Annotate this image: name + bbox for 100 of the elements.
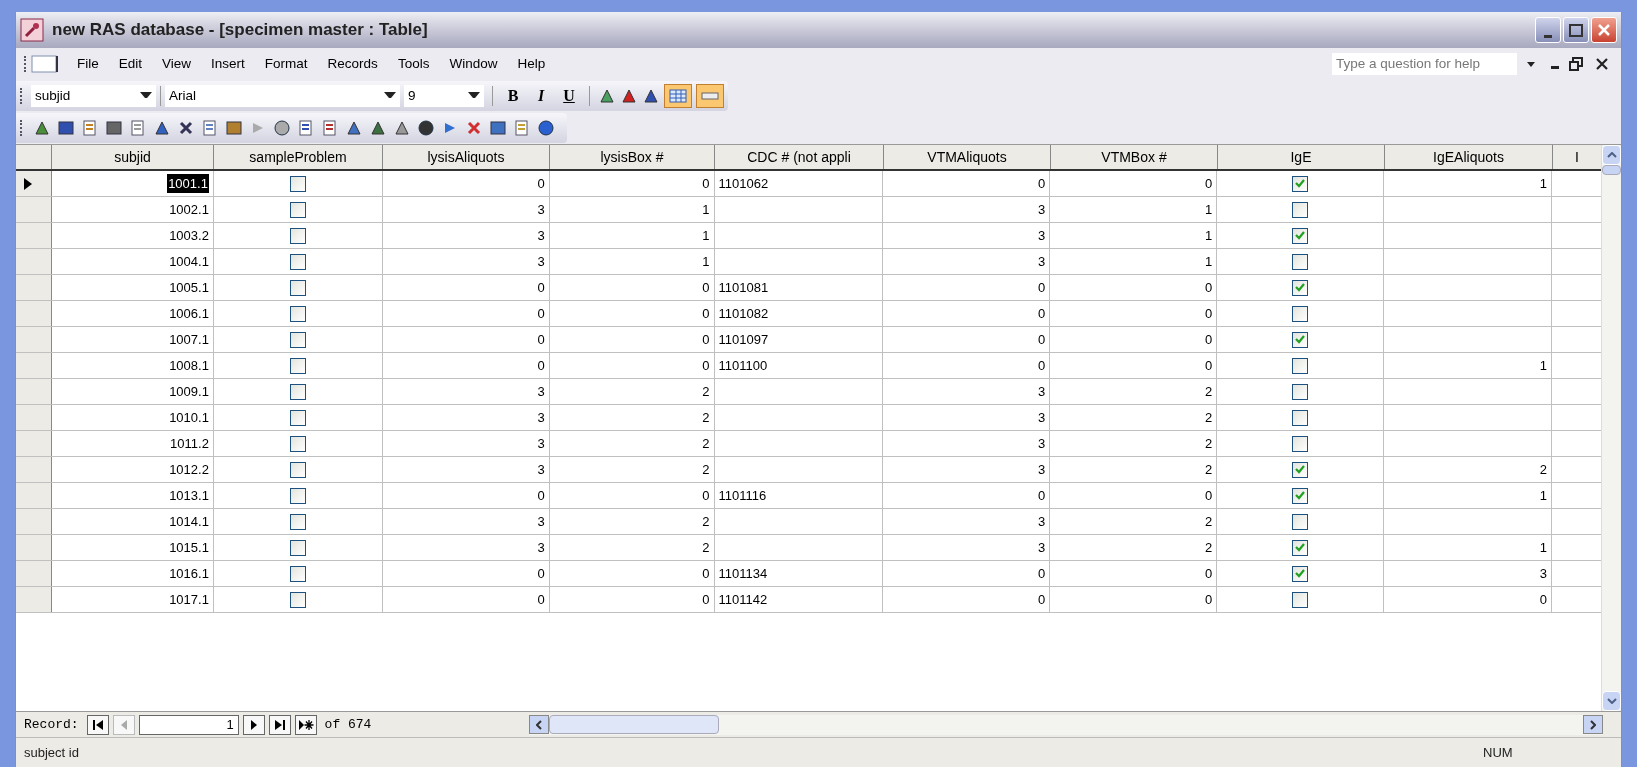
menu-item[interactable]: Help	[507, 53, 556, 75]
column-header[interactable]: subjid	[52, 145, 214, 169]
scroll-down-button[interactable]	[1602, 691, 1621, 711]
bold-button[interactable]: B	[501, 84, 525, 108]
checkbox[interactable]	[289, 435, 306, 452]
checkbox[interactable]	[289, 175, 306, 192]
document-icon[interactable]	[31, 55, 59, 73]
checkbox[interactable]	[1292, 591, 1309, 608]
close-icon[interactable]	[1595, 57, 1609, 71]
record-label: Record:	[24, 715, 79, 734]
column-header[interactable]: lysisAliquots	[383, 145, 550, 169]
last-record-button[interactable]	[268, 714, 291, 735]
checkbox[interactable]	[1292, 279, 1309, 296]
checkbox[interactable]	[289, 591, 306, 608]
next-record-button[interactable]	[242, 714, 265, 735]
table-cell: 3	[883, 457, 1051, 482]
toolbar-grip[interactable]	[20, 88, 23, 104]
field-dropdown[interactable]: subjid	[31, 85, 156, 107]
checkbox[interactable]	[289, 201, 306, 218]
checkmark-icon	[1295, 465, 1306, 474]
checkbox[interactable]	[1292, 409, 1309, 426]
checkbox[interactable]	[1292, 227, 1309, 244]
vertical-scrollbar[interactable]	[1601, 145, 1621, 711]
table-cell: 0	[1384, 587, 1552, 612]
menu-item[interactable]: Edit	[108, 53, 153, 75]
restore-icon[interactable]	[1569, 57, 1583, 71]
table-cell: 0	[883, 301, 1051, 326]
column-header[interactable]: VTMAliquots	[884, 145, 1051, 169]
checkbox[interactable]	[289, 565, 306, 582]
italic-button[interactable]: I	[529, 84, 553, 108]
toolbar-grip[interactable]	[20, 120, 23, 136]
checkbox[interactable]	[1292, 565, 1309, 582]
checkbox[interactable]	[289, 539, 306, 556]
checkbox[interactable]	[289, 409, 306, 426]
record-count: of 674	[324, 715, 372, 734]
checkbox[interactable]	[289, 461, 306, 478]
checkbox[interactable]	[289, 279, 306, 296]
checkbox[interactable]	[289, 487, 306, 504]
help-search-field[interactable]: Type a question for help	[1332, 53, 1517, 75]
checkbox[interactable]	[1292, 461, 1309, 478]
menu-item[interactable]: Tools	[387, 53, 440, 75]
menu-item[interactable]: View	[152, 53, 202, 75]
scroll-up-button[interactable]	[1602, 145, 1621, 165]
checkbox[interactable]	[1292, 487, 1309, 504]
checkbox[interactable]	[1292, 383, 1309, 400]
column-header[interactable]: VTMBox #	[1051, 145, 1218, 169]
checkbox[interactable]	[289, 253, 306, 270]
toolbar-grip[interactable]	[24, 56, 27, 72]
underline-button[interactable]: U	[557, 84, 581, 108]
table-cell: 2	[549, 431, 715, 456]
new-record-button[interactable]	[294, 714, 317, 735]
checkbox[interactable]	[1292, 305, 1309, 322]
checkbox[interactable]	[289, 331, 306, 348]
checkbox[interactable]	[1292, 175, 1309, 192]
menu-item[interactable]: Records	[317, 53, 388, 75]
minimize-button[interactable]	[1535, 17, 1561, 43]
checkbox[interactable]	[1292, 435, 1309, 452]
font-dropdown[interactable]: Arial	[165, 85, 400, 107]
menu-item[interactable]: Insert	[201, 53, 255, 75]
checkbox[interactable]	[289, 305, 306, 322]
checkbox[interactable]	[1292, 201, 1309, 218]
table-cell: 1008.1	[52, 353, 214, 378]
checkbox[interactable]	[1292, 331, 1309, 348]
checkbox[interactable]	[1292, 513, 1309, 530]
scroll-left-button[interactable]	[529, 715, 550, 734]
checkbox[interactable]	[289, 513, 306, 530]
table-cell: 1	[1384, 535, 1552, 560]
record-selector[interactable]	[16, 171, 52, 196]
maximize-button[interactable]	[1563, 17, 1589, 43]
window-title: new RAS database - [specimen master : Table]	[52, 19, 428, 42]
font-size-dropdown[interactable]: 9	[404, 85, 484, 107]
column-header[interactable]: sampleProblem	[214, 145, 383, 169]
checkbox[interactable]	[1292, 253, 1309, 270]
scroll-thumb[interactable]	[549, 715, 720, 734]
column-header[interactable]: CDC # (not appli	[715, 145, 884, 169]
column-header[interactable]: lysisBox #	[550, 145, 715, 169]
special-effect-button[interactable]	[696, 84, 724, 108]
dropdown-arrow-icon[interactable]	[1525, 60, 1537, 68]
checkbox[interactable]	[289, 383, 306, 400]
menu-item[interactable]: Format	[254, 53, 318, 75]
table-cell: 0	[883, 353, 1051, 378]
checkmark-icon	[1295, 283, 1306, 292]
menu-item[interactable]: File	[67, 53, 109, 75]
menu-item[interactable]: Window	[439, 53, 508, 75]
record-number-field[interactable]: 1	[138, 714, 239, 735]
horizontal-scrollbar[interactable]	[529, 714, 1603, 735]
column-header[interactable]: IgE	[1218, 145, 1385, 169]
checkbox[interactable]	[1292, 357, 1309, 374]
table-cell: 0	[549, 301, 715, 326]
checkbox[interactable]	[289, 227, 306, 244]
table-cell: 3	[883, 405, 1051, 430]
scroll-right-button[interactable]	[1583, 715, 1603, 734]
scroll-thumb[interactable]	[1602, 165, 1621, 175]
checkbox[interactable]	[289, 357, 306, 374]
table-cell: 2	[1050, 379, 1218, 404]
checkbox[interactable]	[1292, 539, 1309, 556]
first-record-button[interactable]	[86, 714, 109, 735]
checkmark-icon	[1295, 231, 1306, 240]
column-header[interactable]: IgEAliquots	[1385, 145, 1553, 169]
close-button[interactable]	[1591, 17, 1617, 43]
